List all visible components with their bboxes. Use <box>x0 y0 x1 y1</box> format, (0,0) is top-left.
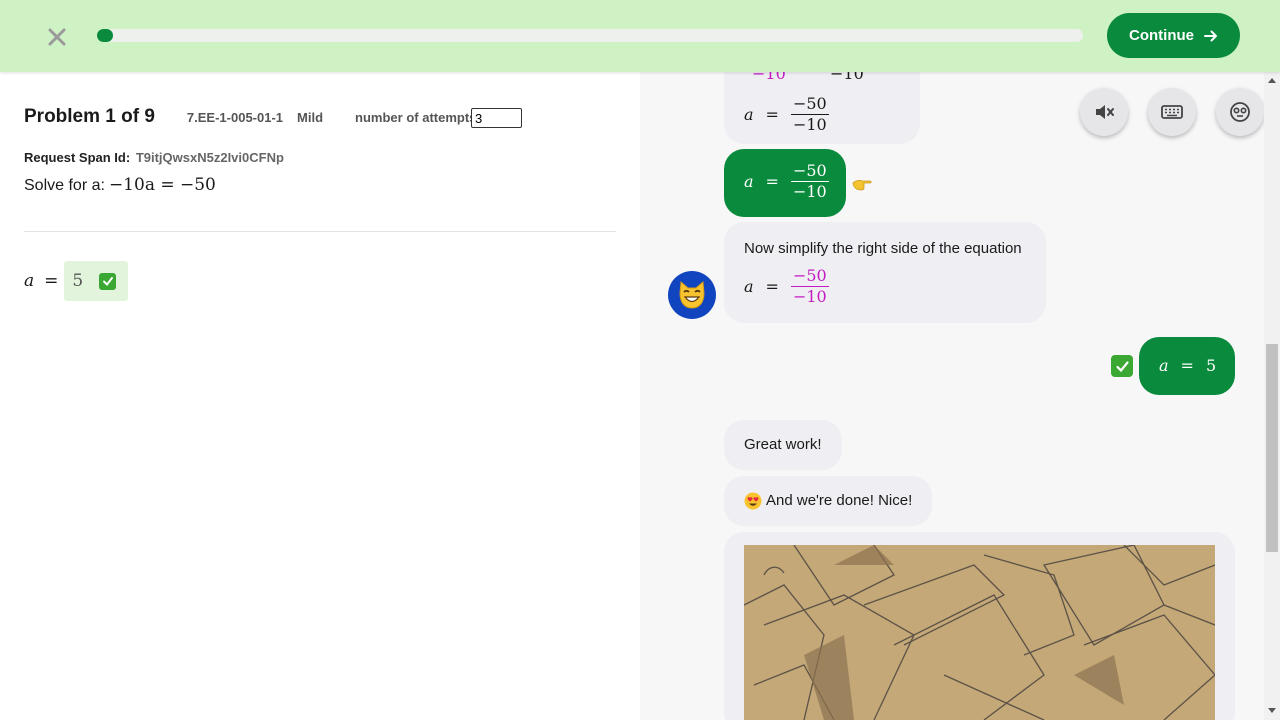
eq-var: a <box>744 277 754 296</box>
solve-label: Solve for a: <box>24 177 105 194</box>
problem-title: Problem 1 of 9 <box>24 106 155 127</box>
attempts-label: number of attempts: <box>355 110 481 125</box>
chat-bubble-student: a = 5 <box>1139 337 1235 395</box>
scroll-down-icon[interactable] <box>1268 708 1276 713</box>
arrow-right-icon <box>1204 30 1217 41</box>
frac-denominator: −10 <box>792 182 827 201</box>
chat-bubble-tutor: Now simplify the right side of the equat… <box>724 222 1046 323</box>
answer-value: 5 <box>72 271 84 291</box>
span-id-value: T9itjQwsxN5z2Ivi0CFNp <box>135 150 284 165</box>
eq-fraction: −50 −10 <box>790 161 829 202</box>
frac-numerator: −50 <box>792 94 827 113</box>
continue-button[interactable]: Continue <box>1107 13 1240 58</box>
frac-numerator: −50 <box>792 266 827 285</box>
equation-line: a = −50 −10 <box>744 266 829 307</box>
tutor-face-button[interactable] <box>1216 88 1264 136</box>
keyboard-button[interactable] <box>1148 88 1196 136</box>
problem-level: Mild <box>297 110 324 125</box>
divider <box>24 231 616 232</box>
eq-op: = <box>765 277 779 296</box>
chat-bubble-tutor: And we're done! Nice! <box>724 476 932 526</box>
eq-op: = <box>765 172 779 191</box>
keyboard-icon <box>1161 105 1183 119</box>
boxes-illustration <box>744 545 1215 720</box>
partial-right: −10 <box>830 72 864 83</box>
scroll-up-icon[interactable] <box>1268 78 1276 83</box>
eq-var: a <box>744 105 754 124</box>
tutor-chat-panel: −10 −10 a = −50 −10 a = −50 −10 Now simp… <box>640 72 1264 720</box>
problem-statement: Solve for a: −10a = −50 <box>24 175 216 195</box>
partial-left: −10 <box>752 72 786 83</box>
eq-op: = <box>765 105 779 124</box>
attempts-input[interactable] <box>471 108 522 128</box>
span-id-label: Request Span Id: <box>24 150 131 165</box>
bubble-text: Great work! <box>744 436 822 453</box>
close-button[interactable] <box>44 24 70 50</box>
eq-var: a <box>744 172 754 191</box>
continue-label: Continue <box>1129 27 1194 44</box>
check-mark-icon <box>1111 355 1133 377</box>
scroll-thumb[interactable] <box>1266 344 1278 552</box>
pointing-hand-emoji <box>852 180 872 191</box>
chat-bubble-tutor: Great work! <box>724 420 842 470</box>
problem-code: 7.EE-1-005-01-1 <box>186 110 284 125</box>
chat-bubble-student: a = −50 −10 <box>724 149 846 217</box>
bubble-text: Now simplify the right side of the equat… <box>744 240 1022 257</box>
eq-var: a <box>1159 356 1169 375</box>
equation-line: a = 5 <box>1159 356 1216 375</box>
chat-scrollbar[interactable] <box>1264 72 1280 720</box>
robot-face-icon <box>1230 102 1250 122</box>
tutor-avatar <box>668 271 716 319</box>
speaker-mute-icon <box>1096 105 1114 119</box>
equation-line: a = −50 −10 <box>744 94 829 135</box>
eq-op: = <box>1180 356 1194 375</box>
answer-equals: = <box>44 271 59 291</box>
chat-bubble-tutor: −10 −10 a = −50 −10 <box>724 72 920 144</box>
mute-button[interactable] <box>1080 88 1128 136</box>
eq-value: 5 <box>1205 356 1217 375</box>
chat-image-card <box>724 532 1235 720</box>
answer-input[interactable]: 5 <box>64 261 129 301</box>
top-bar: Continue <box>0 0 1280 72</box>
close-icon <box>48 28 66 46</box>
equation-line: a = −50 −10 <box>744 161 829 202</box>
bubble-text: And we're done! Nice! <box>766 492 913 509</box>
frac-denominator: −10 <box>792 287 827 306</box>
answer-row: a = 5 <box>24 261 129 301</box>
frac-numerator: −50 <box>792 161 827 180</box>
problem-equation: −10a = −50 <box>108 175 216 195</box>
heart-eyes-emoji <box>744 492 762 510</box>
request-span-id: Request Span Id: T9itjQwsxN5z2Ivi0CFNp <box>24 150 284 165</box>
eq-fraction: −50 −10 <box>790 94 829 135</box>
celebration-image <box>744 545 1215 720</box>
problem-header: Problem 1 of 9 7.EE-1-005-01-1 Mild numb… <box>24 106 481 128</box>
progress-fill <box>97 29 113 42</box>
answer-variable: a <box>24 271 35 291</box>
check-mark-icon <box>99 272 117 290</box>
progress-bar <box>97 29 1083 42</box>
grinning-cat-emoji <box>679 280 705 309</box>
frac-denominator: −10 <box>792 115 827 134</box>
eq-fraction: −50 −10 <box>790 266 829 307</box>
problem-panel: Problem 1 of 9 7.EE-1-005-01-1 Mild numb… <box>0 72 640 720</box>
